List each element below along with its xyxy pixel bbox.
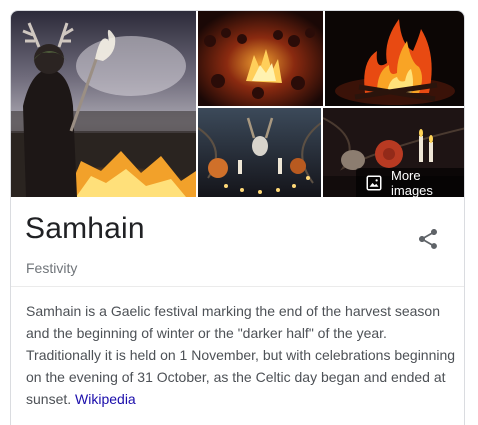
more-images-label: More images [391,167,433,198]
more-images-button[interactable]: More images [356,167,464,198]
entity-header: Samhain Festivity [11,197,464,286]
gallery-image-altar-with-candles[interactable] [198,108,321,197]
altar-image [198,108,321,197]
wikipedia-link[interactable]: Wikipedia [75,391,136,407]
campfire-image [325,11,464,106]
crowd-image [198,11,323,106]
image-gallery: More images [11,11,464,198]
entity-title: Samhain [25,212,145,245]
share-button[interactable] [416,227,440,251]
gallery-image-campfire[interactable] [325,11,464,106]
gallery-image-crowd-around-bonfire[interactable] [198,11,323,106]
entity-description: Samhain is a Gaelic festival marking the… [26,300,456,410]
image-icon [366,175,382,190]
gallery-image-druid-with-torch[interactable] [11,11,196,197]
share-icon [419,229,437,249]
section-divider [11,286,464,287]
druid-image [11,11,196,197]
knowledge-panel: More images Samhain Festivity Samhain is… [10,10,465,425]
entity-subtitle: Festivity [26,260,78,276]
